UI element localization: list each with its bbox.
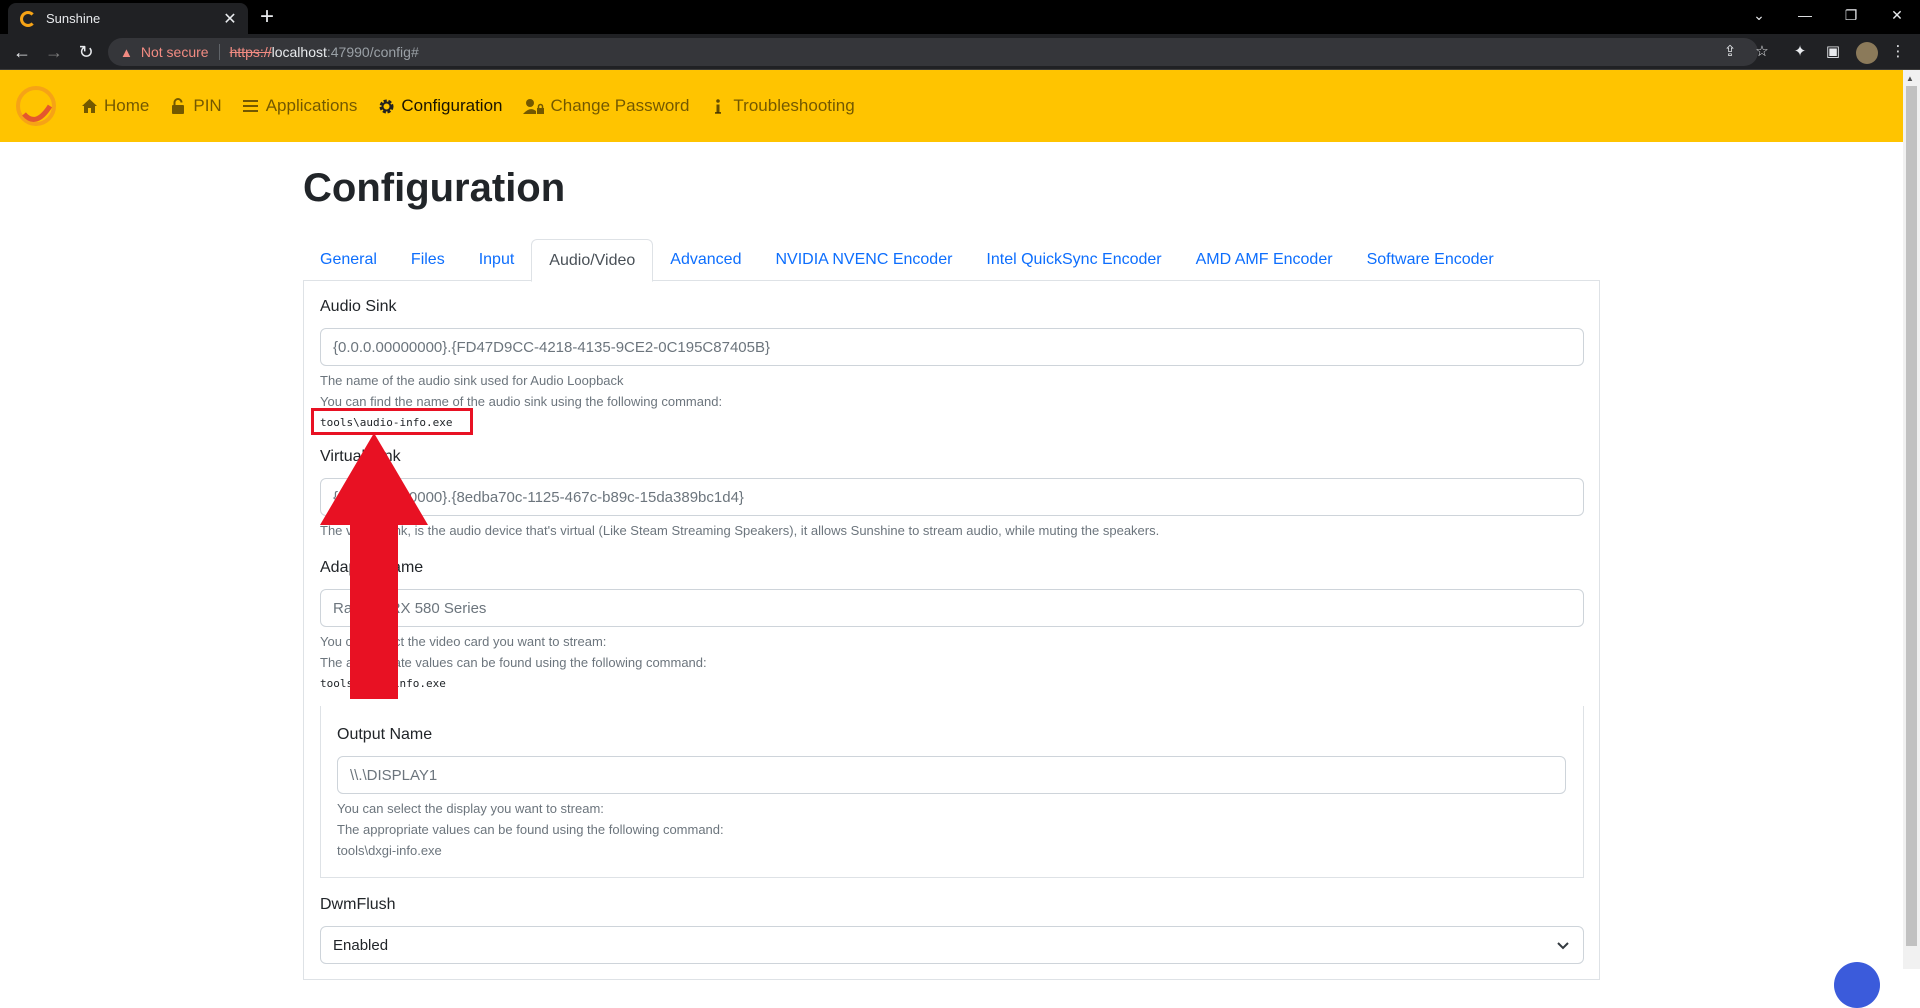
- nav-troubleshooting-label: Troubleshooting: [733, 96, 855, 115]
- audio-sink-help-line1: The name of the audio sink used for Audi…: [320, 373, 624, 388]
- security-label[interactable]: Not secure: [141, 44, 209, 60]
- tab-amd-amf[interactable]: AMD AMF Encoder: [1179, 239, 1350, 281]
- sunshine-logo-icon: [16, 86, 56, 126]
- nav-home-label: Home: [104, 96, 150, 115]
- warning-icon: ▲: [120, 44, 133, 60]
- dwmflush-selected-value: Enabled: [333, 936, 389, 954]
- nav-applications-label: Applications: [265, 96, 358, 115]
- page-title: Configuration: [303, 166, 566, 210]
- browser-tab[interactable]: Sunshine ✕: [8, 3, 248, 34]
- virtual-sink-input[interactable]: {0.0.0.00000000}.{8edba70c-1125-467c-b89…: [320, 478, 1584, 516]
- lock-icon: [169, 97, 187, 115]
- address-bar[interactable]: ▲ Not secure https:// localhost :47990/c…: [108, 38, 1758, 66]
- output-name-command: tools\dxgi-info.exe: [337, 843, 442, 858]
- red-arrow-icon: [320, 433, 428, 699]
- side-panel-icon[interactable]: ▣: [1823, 42, 1843, 60]
- scroll-up-icon[interactable]: ▲: [1906, 74, 1914, 83]
- nav-home[interactable]: Home: [80, 96, 149, 116]
- url-path: :47990/config#: [326, 44, 419, 60]
- info-icon: [709, 97, 727, 115]
- home-icon: [80, 97, 98, 115]
- nav-configuration-label: Configuration: [401, 96, 503, 115]
- output-name-help: You can select the display you want to s…: [337, 798, 724, 861]
- url-scheme: https://: [229, 44, 272, 60]
- output-name-help-line2: The appropriate values can be found usin…: [337, 822, 724, 837]
- back-icon[interactable]: ←: [10, 40, 34, 64]
- tab-nvidia-nvenc[interactable]: NVIDIA NVENC Encoder: [758, 239, 969, 281]
- nav-change-password-label: Change Password: [550, 96, 690, 115]
- nav-pin[interactable]: PIN: [169, 96, 222, 116]
- adapter-name-input[interactable]: Radeon RX 580 Series: [320, 589, 1584, 627]
- share-icon[interactable]: ⇪: [1720, 42, 1740, 60]
- omnibox-divider: [218, 44, 220, 60]
- output-name-label: Output Name: [337, 726, 433, 743]
- nav-applications[interactable]: Applications: [242, 96, 358, 116]
- audio-sink-label: Audio Sink: [320, 298, 397, 315]
- tab-title: Sunshine: [46, 11, 101, 26]
- tab-advanced[interactable]: Advanced: [653, 239, 758, 281]
- close-tab-icon[interactable]: ✕: [222, 9, 238, 29]
- scrollbar-thumb[interactable]: [1906, 86, 1917, 946]
- forward-icon[interactable]: →: [42, 40, 66, 64]
- list-icon: [242, 97, 260, 115]
- nav-pin-label: PIN: [193, 96, 222, 115]
- reload-icon[interactable]: ↻: [74, 40, 98, 64]
- dwmflush-label: DwmFlush: [320, 896, 396, 913]
- user-lock-icon: [522, 97, 545, 115]
- sunshine-favicon-icon: [20, 10, 36, 27]
- config-tabs: General Files Input Audio/Video Advanced…: [303, 239, 1600, 282]
- tab-input[interactable]: Input: [462, 239, 532, 281]
- sunshine-logo[interactable]: [14, 84, 58, 128]
- nav-configuration[interactable]: Configuration: [377, 96, 503, 116]
- top-navbar: Home PIN Applications Configuration Chan…: [0, 70, 1903, 142]
- browser-tabstrip: Sunshine ✕ + ⌄ — ❐ ✕: [0, 0, 1920, 34]
- virtual-sink-help: The virtual sink, is the audio device th…: [320, 523, 1160, 538]
- new-tab-button[interactable]: +: [260, 5, 274, 29]
- menu-icon[interactable]: ⋮: [1888, 42, 1908, 60]
- close-window-icon[interactable]: ✕: [1874, 0, 1920, 30]
- tab-files[interactable]: Files: [394, 239, 462, 281]
- tab-general[interactable]: General: [303, 239, 394, 281]
- restore-icon[interactable]: ❐: [1828, 0, 1874, 30]
- output-name-input[interactable]: \\.\DISPLAY1: [337, 756, 1566, 794]
- chevron-down-icon: [1557, 939, 1569, 953]
- url-host: localhost: [271, 44, 327, 60]
- tab-audio-video[interactable]: Audio/Video: [531, 239, 654, 282]
- tab-software-encoder[interactable]: Software Encoder: [1350, 239, 1511, 281]
- extensions-icon[interactable]: ✦: [1790, 42, 1810, 60]
- tab-intel-quicksync[interactable]: Intel QuickSync Encoder: [969, 239, 1178, 281]
- browser-toolbar: ← → ↻ ▲ Not secure https:// localhost :4…: [0, 34, 1920, 70]
- output-name-help-line1: You can select the display you want to s…: [337, 801, 604, 816]
- audio-sink-input[interactable]: {0.0.0.00000000}.{FD47D9CC-4218-4135-9CE…: [320, 328, 1584, 366]
- tab-search-icon[interactable]: ⌄: [1736, 0, 1782, 30]
- minimize-icon[interactable]: —: [1782, 0, 1828, 30]
- highlight-box: [311, 408, 473, 435]
- bookmark-star-icon[interactable]: ☆: [1752, 42, 1772, 60]
- profile-avatar[interactable]: [1856, 42, 1878, 64]
- nav-change-password[interactable]: Change Password: [522, 96, 690, 116]
- dwmflush-select[interactable]: Enabled: [320, 926, 1584, 964]
- gear-icon: [377, 97, 395, 115]
- nav-troubleshooting[interactable]: Troubleshooting: [709, 96, 855, 116]
